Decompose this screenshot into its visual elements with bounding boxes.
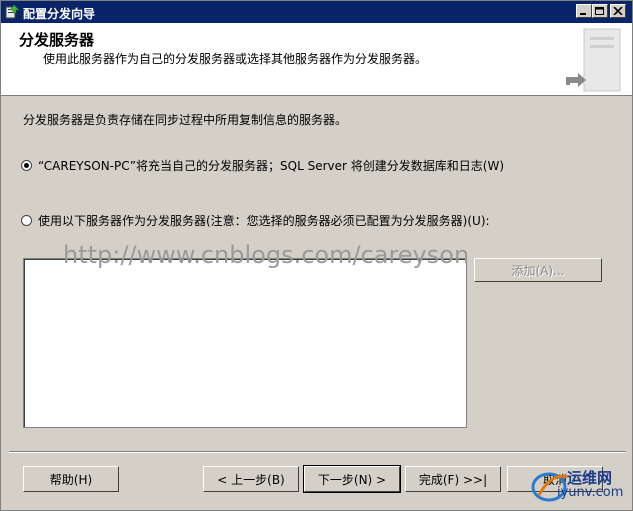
description-text: 分发服务器是负责存储在同步过程中所用复制信息的服务器。 bbox=[23, 113, 348, 127]
logo-url: iyunv.com bbox=[557, 485, 624, 500]
site-logo: 运维网 iyunv.com bbox=[529, 463, 629, 507]
watermark-text: http://www.cnblogs.com/careyson bbox=[63, 241, 470, 269]
add-server-button[interactable]: 添加(A)... bbox=[474, 258, 602, 282]
distributor-server-list[interactable] bbox=[23, 258, 467, 428]
radio-self-distributor[interactable] bbox=[21, 160, 32, 171]
server-graphic-icon bbox=[560, 23, 632, 95]
back-button[interactable]: < 上一步(B) bbox=[203, 466, 299, 492]
help-button[interactable]: 帮助(H) bbox=[23, 466, 119, 492]
option-other-distributor-label: 使用以下服务器作为分发服务器(注意：您选择的服务器必须已配置为分发服务器)(U)… bbox=[38, 214, 490, 228]
minimize-button[interactable] bbox=[576, 4, 592, 18]
title-bar[interactable]: 配置分发向导 bbox=[1, 1, 632, 23]
option-other-distributor[interactable]: 使用以下服务器作为分发服务器(注意：您选择的服务器必须已配置为分发服务器)(U)… bbox=[21, 212, 490, 229]
wizard-window: 配置分发向导 分发服务器 使用此服务器作为自己的分发服务器或选择其他服务器作为分… bbox=[0, 0, 633, 511]
app-icon bbox=[4, 4, 20, 20]
close-icon bbox=[613, 7, 623, 15]
option-self-distributor[interactable]: “CAREYSON-PC”将充当自己的分发服务器；SQL Server 将创建分… bbox=[21, 157, 504, 174]
finish-button[interactable]: 完成(F) >>| bbox=[405, 466, 501, 492]
option-self-distributor-label: “CAREYSON-PC”将充当自己的分发服务器；SQL Server 将创建分… bbox=[38, 159, 505, 173]
maximize-icon bbox=[595, 7, 604, 15]
close-button[interactable] bbox=[610, 4, 626, 18]
page-subtitle: 使用此服务器作为自己的分发服务器或选择其他服务器作为分发服务器。 bbox=[43, 52, 428, 66]
footer-separator bbox=[9, 451, 626, 453]
maximize-button[interactable] bbox=[592, 4, 608, 18]
radio-other-distributor[interactable] bbox=[21, 215, 32, 226]
minimize-icon bbox=[580, 13, 586, 15]
wizard-header: 分发服务器 使用此服务器作为自己的分发服务器或选择其他服务器作为分发服务器。 bbox=[1, 23, 632, 96]
window-title: 配置分发向导 bbox=[23, 7, 96, 21]
next-button[interactable]: 下一步(N) > bbox=[303, 465, 401, 493]
page-title: 分发服务器 bbox=[19, 31, 95, 49]
